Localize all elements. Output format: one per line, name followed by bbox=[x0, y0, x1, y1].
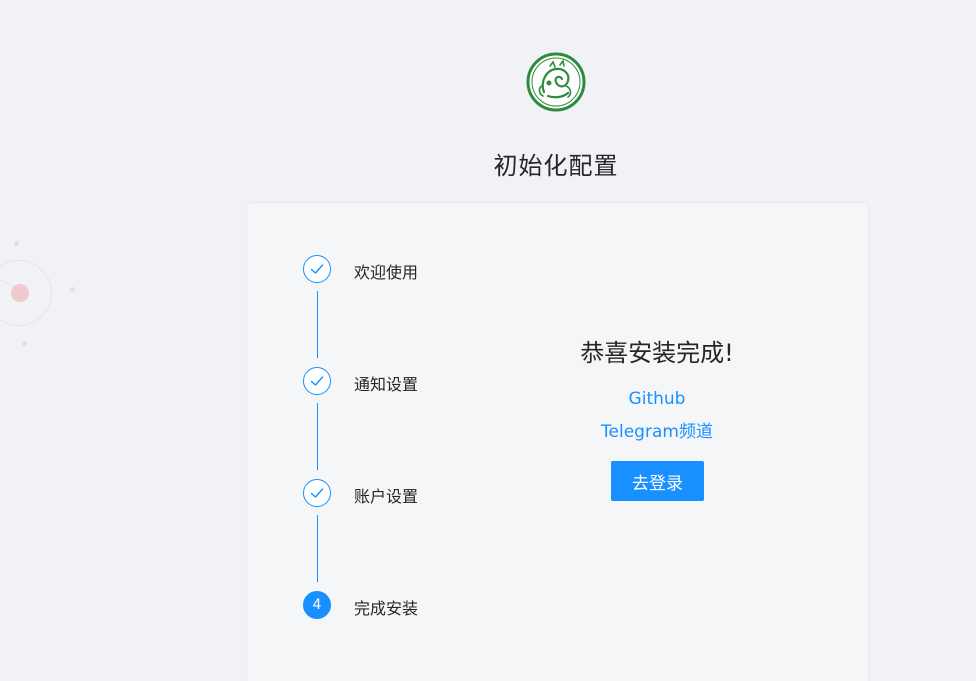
step-label: 通知设置 bbox=[354, 375, 419, 394]
check-icon bbox=[310, 376, 324, 386]
step-status-finished bbox=[303, 255, 331, 283]
step-number-badge: 4 bbox=[303, 591, 331, 619]
step-connector bbox=[317, 291, 318, 358]
step-status-finished bbox=[303, 479, 331, 507]
go-login-button[interactable]: 去登录 bbox=[611, 461, 704, 501]
dragon-seal-logo-icon bbox=[526, 52, 586, 112]
step-connector bbox=[317, 403, 318, 470]
decorative-dot bbox=[22, 341, 27, 346]
page-title: 初始化配置 bbox=[493, 152, 619, 180]
decorative-dot bbox=[11, 284, 29, 302]
setup-page: 初始化配置 欢迎使用 通知设置 账户设置 4 完成安装 恭喜安装完成! Gith… bbox=[0, 0, 976, 681]
check-icon bbox=[310, 264, 324, 274]
check-icon bbox=[310, 488, 324, 498]
telegram-channel-link[interactable]: Telegram频道 bbox=[557, 417, 757, 442]
step-label: 完成安装 bbox=[354, 599, 419, 618]
step-connector bbox=[317, 515, 318, 582]
github-link[interactable]: Github bbox=[557, 389, 757, 409]
setup-card: 欢迎使用 通知设置 账户设置 4 完成安装 恭喜安装完成! Github Tel… bbox=[246, 202, 869, 681]
step-label: 欢迎使用 bbox=[354, 263, 419, 282]
decorative-dot bbox=[14, 241, 19, 246]
step-label: 账户设置 bbox=[354, 487, 419, 506]
decorative-dot bbox=[70, 287, 75, 292]
step-status-finished bbox=[303, 367, 331, 395]
install-complete-title: 恭喜安装完成! bbox=[580, 339, 734, 367]
